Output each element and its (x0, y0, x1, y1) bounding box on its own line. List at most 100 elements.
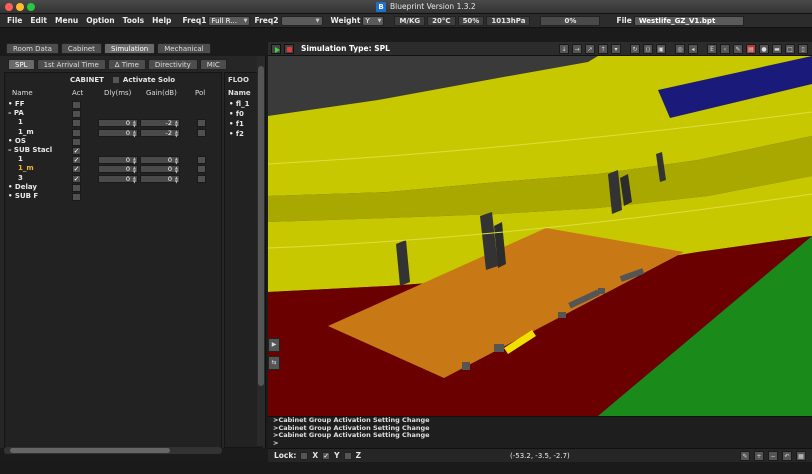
stepper-arrows-icon[interactable]: ▲ ▼ (133, 166, 136, 174)
polarity-toggle[interactable] (197, 175, 206, 183)
cabinet-row-name[interactable]: • SUB F (8, 192, 38, 200)
file-name-field[interactable]: Westlife_GZ_V1.bpt (633, 15, 744, 26)
stepper-arrows-icon[interactable]: ▲ ▼ (133, 130, 136, 138)
column-header-name[interactable]: Name (12, 89, 33, 97)
expand-panel-icon[interactable]: ▶ (268, 338, 280, 352)
menu-help[interactable]: Help (149, 16, 174, 25)
delay-stepper[interactable]: 0 ▲ ▼ (98, 119, 138, 127)
tab-delta-time[interactable]: Δ Time (107, 59, 146, 70)
act-checkbox[interactable] (72, 129, 81, 137)
cabinet-row-name[interactable]: – PA (8, 109, 24, 117)
gain-stepper[interactable]: -2 ▲ ▼ (140, 119, 180, 127)
stepper-arrows-icon[interactable]: ▲ ▼ (133, 120, 136, 128)
polarity-toggle[interactable] (197, 119, 206, 127)
arrow-up-icon[interactable]: ↑ (598, 44, 608, 54)
stepper-arrows-icon[interactable]: ▲ ▼ (175, 176, 178, 184)
column-header-pol[interactable]: Pol (195, 89, 205, 97)
cabinet-row-name[interactable]: – SUB Stacl (8, 146, 52, 154)
activate-solo-checkbox[interactable] (111, 76, 120, 84)
close-window-icon[interactable] (5, 3, 13, 11)
sub-cabinet[interactable] (598, 288, 605, 294)
cabinet-row-name[interactable]: 3 (18, 174, 23, 182)
cabinet-row-name[interactable]: 1 (18, 118, 23, 126)
cabinet-row-name[interactable]: • Delay (8, 183, 37, 191)
column-header-act[interactable]: Act (72, 89, 83, 97)
cabinet-row-name[interactable]: 1_m (18, 164, 34, 172)
act-checkbox[interactable] (72, 193, 81, 201)
zoom-window-icon[interactable] (27, 3, 35, 11)
stepper-arrows-icon[interactable]: ▲ ▼ (133, 157, 136, 165)
freq1-select[interactable]: Full R... ▼ (208, 15, 251, 26)
share-icon[interactable]: ◂ (688, 44, 698, 54)
tab-mechanical[interactable]: Mechanical (157, 43, 211, 54)
tab-simulation[interactable]: Simulation (103, 43, 156, 54)
act-checkbox[interactable] (72, 138, 81, 146)
floor-row[interactable]: • fl_1 (229, 100, 249, 108)
menu-tools[interactable]: Tools (120, 16, 147, 25)
minus-icon[interactable]: − (768, 451, 778, 461)
delay-stepper[interactable]: 0 ▲ ▼ (98, 165, 138, 173)
stepper-arrows-icon[interactable]: ▲ ▼ (175, 120, 178, 128)
venue-scene[interactable] (268, 56, 812, 416)
gain-stepper[interactable]: 0 ▲ ▼ (140, 156, 180, 164)
tab-mic[interactable]: MIC (199, 59, 227, 70)
menu-icon[interactable]: ▾ (611, 44, 621, 54)
cabinet-row-name[interactable]: • OS (8, 137, 26, 145)
layer-icon[interactable]: ▤ (746, 44, 756, 54)
polarity-toggle[interactable] (197, 129, 206, 137)
swap-panel-icon[interactable]: ⇆ (268, 356, 280, 370)
cabinet-row-name[interactable]: 1 (18, 155, 23, 163)
sub-cabinet[interactable] (558, 312, 566, 318)
act-checkbox[interactable]: ✓ (72, 165, 81, 173)
stop-simulation-button[interactable] (284, 43, 294, 54)
stepper-arrows-icon[interactable]: ▲ ▼ (175, 157, 178, 165)
column-header-delay[interactable]: Dly(ms) (104, 89, 131, 97)
rotate-icon[interactable]: ↻ (630, 44, 640, 54)
floor-row[interactable]: • f2 (229, 130, 244, 138)
frame-icon[interactable]: □ (785, 44, 795, 54)
gain-stepper[interactable]: 0 ▲ ▼ (140, 175, 180, 183)
cabinet-row-name[interactable]: 1_m (18, 128, 34, 136)
play-simulation-button[interactable] (271, 43, 281, 54)
tab-directivity[interactable]: Directivity (147, 59, 198, 70)
simulation-3d-viewport[interactable] (268, 56, 812, 416)
arrow-upright-icon[interactable]: ↗ (585, 44, 595, 54)
minimize-window-icon[interactable] (16, 3, 24, 11)
tab-1st-arrival-time[interactable]: 1st Arrival Time (36, 59, 106, 70)
stepper-arrows-icon[interactable]: ▲ ▼ (175, 166, 178, 174)
console-prompt[interactable]: > (273, 439, 807, 448)
floor-row[interactable]: • f1 (229, 120, 244, 128)
left-panel-vscrollbar[interactable] (257, 56, 265, 446)
device-icon[interactable]: ▯ (798, 44, 808, 54)
vscroll-thumb[interactable] (258, 66, 264, 386)
chevron-left-icon[interactable]: ‹ (720, 44, 730, 54)
group-icon[interactable]: ● (759, 44, 769, 54)
weight-select[interactable]: Y ▼ (362, 15, 385, 26)
floor-row[interactable]: • f0 (229, 110, 244, 118)
lock-y-checkbox[interactable]: ✓ (322, 451, 331, 460)
act-checkbox[interactable] (72, 184, 81, 192)
menu-menu[interactable]: Menu (52, 16, 81, 25)
polarity-toggle[interactable] (197, 156, 206, 164)
image-icon[interactable]: ▬ (772, 44, 782, 54)
pencil-icon[interactable]: ✎ (740, 451, 750, 461)
menu-option[interactable]: Option (83, 16, 117, 25)
tab-cabinet[interactable]: Cabinet (60, 43, 102, 54)
sub-cabinet[interactable] (462, 362, 470, 370)
gain-stepper[interactable]: -2 ▲ ▼ (140, 129, 180, 137)
e-icon[interactable]: E (707, 44, 717, 54)
activate-solo[interactable]: Activate Solo (111, 76, 175, 84)
gain-stepper[interactable]: 0 ▲ ▼ (140, 165, 180, 173)
tab-spl[interactable]: SPL (8, 59, 35, 70)
arrow-right-icon[interactable]: → (572, 44, 582, 54)
freq2-select[interactable]: ▼ (280, 15, 323, 26)
reset-icon[interactable]: ◎ (675, 44, 685, 54)
lock-x-checkbox[interactable] (300, 451, 309, 460)
undo-icon[interactable]: ↶ (782, 451, 792, 461)
tab-room-data[interactable]: Room Data (6, 43, 59, 54)
pen-icon[interactable]: ✎ (733, 44, 743, 54)
act-checkbox[interactable]: ✓ (72, 147, 81, 155)
plus-icon[interactable]: + (754, 451, 764, 461)
act-checkbox[interactable] (72, 101, 81, 109)
act-checkbox[interactable]: ✓ (72, 175, 81, 183)
